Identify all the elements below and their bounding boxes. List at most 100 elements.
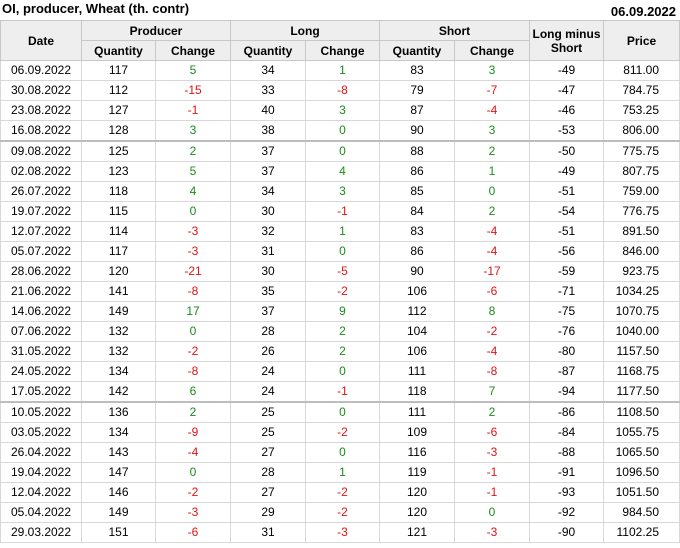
price-cell: 811.00 bbox=[603, 60, 680, 81]
short-change-cell: -3 bbox=[454, 522, 531, 543]
producer-header: Producer bbox=[81, 20, 231, 41]
short-change-cell: 0 bbox=[454, 181, 531, 202]
date-cell: 07.06.2022 bbox=[0, 321, 82, 342]
table-row: 26.07.2022 118 4 34 3 85 0 -51 759.00 bbox=[0, 181, 680, 202]
table-body: 06.09.2022 117 5 34 1 83 3 -49 811.00 30.08.2022 1… bbox=[0, 60, 680, 543]
oi-table: Date Producer Long Short Long minus Shor… bbox=[0, 20, 680, 543]
short-change-cell: 8 bbox=[454, 301, 531, 322]
short-change-header: Change bbox=[454, 40, 531, 61]
short-change-cell: -4 bbox=[454, 100, 531, 121]
short-change-cell: -3 bbox=[454, 442, 531, 463]
long-quantity-cell: 37 bbox=[230, 301, 306, 322]
long-minus-short-header: Long minus Short bbox=[529, 20, 605, 61]
long-quantity-cell: 29 bbox=[230, 502, 306, 523]
long-quantity-cell: 33 bbox=[230, 80, 306, 101]
report: OI, producer, Wheat (th. contr) 06.09.20… bbox=[0, 0, 680, 548]
short-change-cell: -1 bbox=[454, 482, 531, 503]
producer-quantity-cell: 134 bbox=[81, 361, 156, 382]
producer-quantity-cell: 146 bbox=[81, 482, 156, 503]
producer-quantity-cell: 120 bbox=[81, 261, 156, 282]
report-date: 06.09.2022 bbox=[610, 4, 676, 19]
short-quantity-cell: 109 bbox=[379, 422, 456, 443]
producer-quantity-cell: 114 bbox=[81, 221, 156, 242]
short-change-cell: 7 bbox=[454, 381, 531, 403]
price-cell: 1108.50 bbox=[603, 401, 680, 423]
price-cell: 1157.50 bbox=[603, 341, 680, 362]
table-row: 07.06.2022 132 0 28 2 104 -2 -76 1040.00 bbox=[0, 321, 680, 342]
producer-change-cell: -2 bbox=[155, 341, 231, 362]
date-cell: 16.08.2022 bbox=[0, 120, 82, 142]
long-change-cell: -2 bbox=[304, 482, 381, 503]
short-change-cell: 2 bbox=[454, 201, 531, 222]
table-row: 29.03.2022 151 -6 31 -3 121 -3 -90 1102.25 bbox=[0, 522, 680, 543]
producer-quantity-cell: 136 bbox=[81, 401, 156, 423]
date-cell: 30.08.2022 bbox=[0, 80, 82, 101]
long-change-cell: -1 bbox=[304, 201, 381, 222]
short-change-cell: -2 bbox=[454, 321, 531, 342]
producer-quantity-cell: 142 bbox=[81, 381, 156, 403]
short-change-cell: -7 bbox=[454, 80, 531, 101]
short-quantity-cell: 104 bbox=[379, 321, 456, 342]
long-minus-short-cell: -49 bbox=[529, 161, 605, 182]
long-change-cell: 0 bbox=[304, 120, 381, 142]
short-quantity-cell: 84 bbox=[379, 201, 456, 222]
price-cell: 776.75 bbox=[603, 201, 680, 222]
short-quantity-cell: 87 bbox=[379, 100, 456, 121]
short-change-cell: -4 bbox=[454, 221, 531, 242]
short-quantity-cell: 86 bbox=[379, 161, 456, 182]
table-row: 02.08.2022 123 5 37 4 86 1 -49 807.75 bbox=[0, 161, 680, 182]
long-quantity-cell: 25 bbox=[230, 422, 306, 443]
price-cell: 1051.50 bbox=[603, 482, 680, 503]
price-cell: 759.00 bbox=[603, 181, 680, 202]
price-cell: 1055.75 bbox=[603, 422, 680, 443]
date-header: Date bbox=[0, 20, 82, 61]
short-change-cell: 3 bbox=[454, 120, 531, 142]
short-quantity-cell: 120 bbox=[379, 502, 456, 523]
table-row: 30.08.2022 112 -15 33 -8 79 -7 -47 784.75 bbox=[0, 80, 680, 101]
short-quantity-cell: 90 bbox=[379, 120, 456, 142]
long-quantity-cell: 28 bbox=[230, 321, 306, 342]
long-minus-short-cell: -84 bbox=[529, 422, 605, 443]
short-quantity-cell: 121 bbox=[379, 522, 456, 543]
table-row: 28.06.2022 120 -21 30 -5 90 -17 -59 923.75 bbox=[0, 261, 680, 282]
producer-change-cell: -6 bbox=[155, 522, 231, 543]
long-change-cell: 1 bbox=[304, 462, 381, 483]
date-cell: 26.07.2022 bbox=[0, 181, 82, 202]
long-minus-short-cell: -90 bbox=[529, 522, 605, 543]
long-change-cell: 0 bbox=[304, 361, 381, 382]
producer-change-cell: -15 bbox=[155, 80, 231, 101]
long-change-cell: -5 bbox=[304, 261, 381, 282]
date-cell: 19.04.2022 bbox=[0, 462, 82, 483]
short-quantity-cell: 106 bbox=[379, 341, 456, 362]
long-change-header: Change bbox=[304, 40, 381, 61]
producer-change-cell: 0 bbox=[155, 201, 231, 222]
long-quantity-cell: 28 bbox=[230, 462, 306, 483]
short-quantity-cell: 111 bbox=[379, 401, 456, 423]
date-cell: 19.07.2022 bbox=[0, 201, 82, 222]
long-minus-short-cell: -53 bbox=[529, 120, 605, 142]
price-cell: 1034.25 bbox=[603, 281, 680, 302]
long-quantity-cell: 30 bbox=[230, 261, 306, 282]
long-quantity-cell: 25 bbox=[230, 401, 306, 423]
short-change-cell: 1 bbox=[454, 161, 531, 182]
price-cell: 753.25 bbox=[603, 100, 680, 121]
long-change-cell: 2 bbox=[304, 321, 381, 342]
table-row: 12.07.2022 114 -3 32 1 83 -4 -51 891.50 bbox=[0, 221, 680, 242]
long-minus-short-cell: -47 bbox=[529, 80, 605, 101]
producer-change-cell: 0 bbox=[155, 321, 231, 342]
short-quantity-cell: 86 bbox=[379, 241, 456, 262]
long-quantity-cell: 34 bbox=[230, 181, 306, 202]
producer-change-cell: -9 bbox=[155, 422, 231, 443]
long-change-cell: -2 bbox=[304, 502, 381, 523]
producer-quantity-cell: 147 bbox=[81, 462, 156, 483]
short-change-cell: -17 bbox=[454, 261, 531, 282]
table-row: 05.07.2022 117 -3 31 0 86 -4 -56 846.00 bbox=[0, 241, 680, 262]
long-minus-short-cell: -75 bbox=[529, 301, 605, 322]
producer-change-cell: -3 bbox=[155, 502, 231, 523]
date-cell: 09.08.2022 bbox=[0, 140, 82, 162]
price-cell: 807.75 bbox=[603, 161, 680, 182]
short-quantity-header: Quantity bbox=[379, 40, 456, 61]
long-minus-short-cell: -51 bbox=[529, 181, 605, 202]
short-quantity-cell: 119 bbox=[379, 462, 456, 483]
date-cell: 14.06.2022 bbox=[0, 301, 82, 322]
